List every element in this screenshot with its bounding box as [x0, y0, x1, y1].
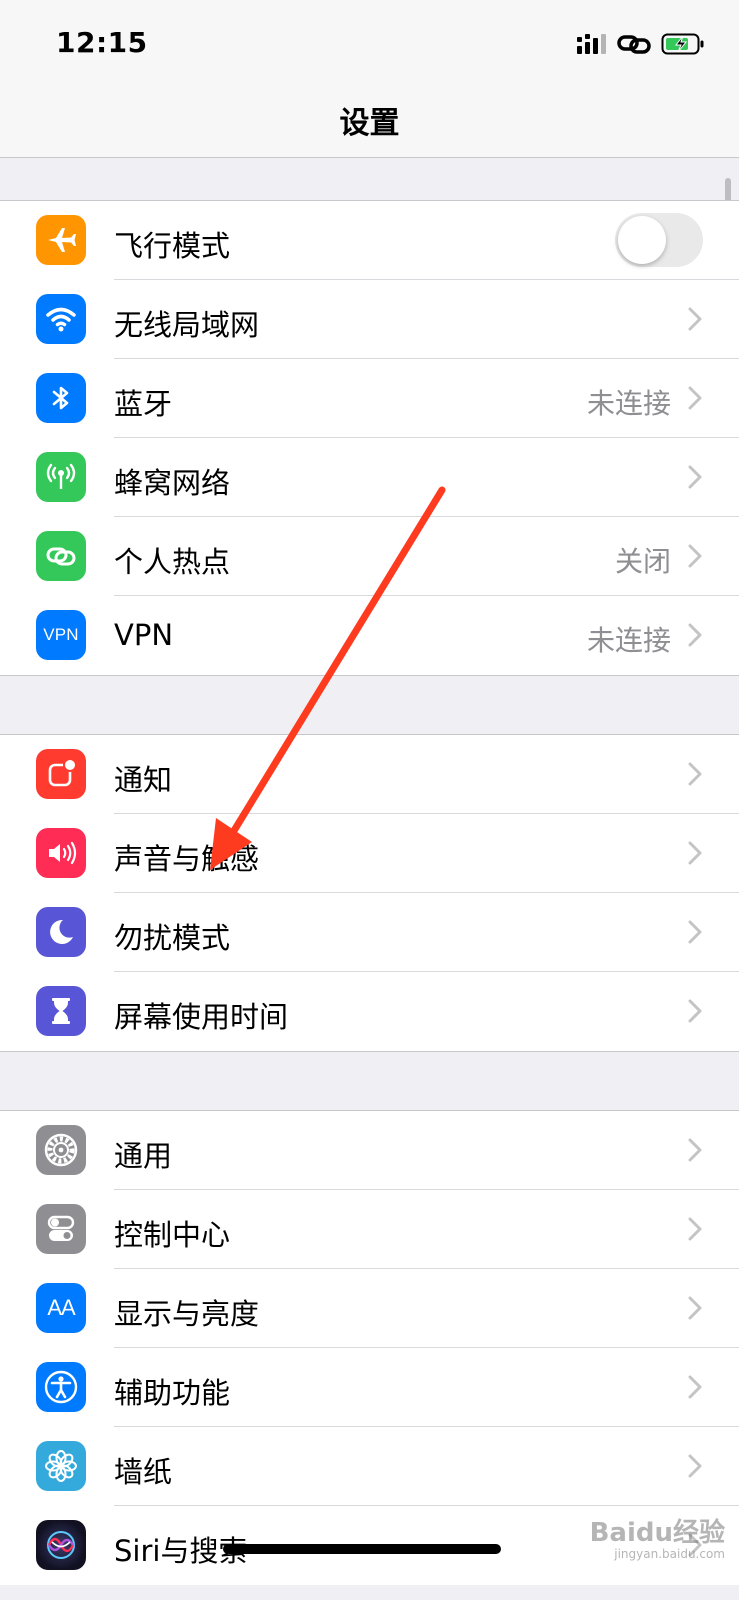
row-label: 墙纸: [114, 1455, 173, 1489]
chevron-right-icon: [688, 999, 702, 1023]
row-wifi[interactable]: 无线局域网: [0, 280, 739, 359]
row-wallpaper[interactable]: 墙纸: [0, 1427, 739, 1506]
display-icon-text: AA: [47, 1295, 75, 1320]
settings-screen: 12:15 设置 飞行模式 无线局域网 蓝牙 未连接 蜂窝网络 个人热点 关闭 …: [0, 0, 739, 1600]
settings-group-connectivity: 飞行模式 无线局域网 蓝牙 未连接 蜂窝网络 个人热点 关闭 VPN VPN 未…: [0, 200, 739, 676]
row-airplane-mode[interactable]: 飞行模式: [0, 201, 739, 280]
row-notifications[interactable]: 通知: [0, 735, 739, 814]
airplane-mode-toggle[interactable]: [615, 213, 703, 267]
baidu-watermark: Baidu经验 jingyan.baidu.com: [590, 1520, 725, 1560]
row-label: 通知: [114, 763, 173, 797]
row-label: 个人热点: [114, 545, 231, 579]
row-do-not-disturb[interactable]: 勿扰模式: [0, 893, 739, 972]
watermark-brand: Baidu经验: [589, 1518, 725, 1548]
airplane-icon: [36, 215, 86, 265]
chevron-right-icon: [688, 841, 702, 865]
chevron-right-icon: [688, 920, 702, 944]
row-screen-time[interactable]: 屏幕使用时间: [0, 972, 739, 1051]
sounds-icon: [36, 828, 86, 878]
row-label: 蜂窝网络: [114, 466, 231, 500]
moon-icon: [36, 907, 86, 957]
row-label: 无线局域网: [114, 308, 260, 342]
chevron-right-icon: [688, 1375, 702, 1399]
row-sounds-haptics[interactable]: 声音与触感: [0, 814, 739, 893]
row-personal-hotspot[interactable]: 个人热点 关闭: [0, 517, 739, 596]
row-label: 屏幕使用时间: [114, 1000, 289, 1034]
gear-icon: [36, 1125, 86, 1175]
chevron-right-icon: [688, 1454, 702, 1478]
top-bar: 12:15 设置: [0, 0, 739, 158]
row-label: 显示与亮度: [114, 1297, 260, 1331]
row-label: 声音与触感: [114, 842, 260, 876]
hotspot-status: 关闭: [614, 545, 671, 578]
accessibility-icon: [36, 1362, 86, 1412]
row-bluetooth[interactable]: 蓝牙 未连接: [0, 359, 739, 438]
watermark-url: jingyan.baidu.com: [614, 1547, 725, 1561]
row-label: 通用: [114, 1139, 173, 1173]
hourglass-icon: [36, 986, 86, 1036]
cellular-signal-icon: [577, 34, 606, 54]
settings-group-general: 通用 控制中心 AA 显示与亮度 辅助功能 墙纸 Siri与搜索: [0, 1110, 739, 1585]
chevron-right-icon: [688, 1296, 702, 1320]
toggle-knob: [618, 216, 666, 264]
row-label: 飞行模式: [114, 229, 231, 263]
row-label: 蓝牙: [114, 387, 173, 421]
siri-icon: [36, 1520, 86, 1570]
row-control-center[interactable]: 控制中心: [0, 1190, 739, 1269]
chevron-right-icon: [688, 465, 702, 489]
chevron-right-icon: [688, 1138, 702, 1162]
hotspot-link-icon: [617, 35, 651, 54]
row-general[interactable]: 通用: [0, 1111, 739, 1190]
row-display-brightness[interactable]: AA 显示与亮度: [0, 1269, 739, 1348]
row-vpn[interactable]: VPN VPN 未连接: [0, 596, 739, 675]
chevron-right-icon: [688, 544, 702, 568]
chevron-right-icon: [688, 623, 702, 647]
vpn-icon: VPN: [36, 610, 86, 660]
row-label: VPN: [114, 618, 174, 652]
wifi-icon: [36, 294, 86, 344]
display-icon: AA: [36, 1283, 86, 1333]
control-center-icon: [36, 1204, 86, 1254]
status-icons: [577, 30, 705, 58]
row-cellular[interactable]: 蜂窝网络: [0, 438, 739, 517]
settings-group-notifications: 通知 声音与触感 勿扰模式 屏幕使用时间: [0, 734, 739, 1052]
row-label: 勿扰模式: [114, 921, 231, 955]
chevron-right-icon: [688, 307, 702, 331]
vpn-icon-text: VPN: [43, 625, 79, 644]
cellular-icon: [36, 452, 86, 502]
chevron-right-icon: [688, 1217, 702, 1241]
hotspot-icon: [36, 531, 86, 581]
battery-icon: [661, 33, 704, 55]
chevron-right-icon: [688, 762, 702, 786]
wallpaper-icon: [36, 1441, 86, 1491]
row-accessibility[interactable]: 辅助功能: [0, 1348, 739, 1427]
chevron-right-icon: [688, 386, 702, 410]
row-label: 控制中心: [114, 1218, 231, 1252]
vpn-status: 未连接: [586, 624, 671, 657]
page-title: 设置: [339, 106, 400, 141]
status-time: 12:15: [56, 26, 148, 59]
row-label: 辅助功能: [114, 1376, 231, 1410]
bluetooth-icon: [36, 373, 86, 423]
home-indicator[interactable]: [223, 1544, 501, 1554]
bluetooth-status: 未连接: [586, 387, 671, 420]
notifications-icon: [36, 749, 86, 799]
